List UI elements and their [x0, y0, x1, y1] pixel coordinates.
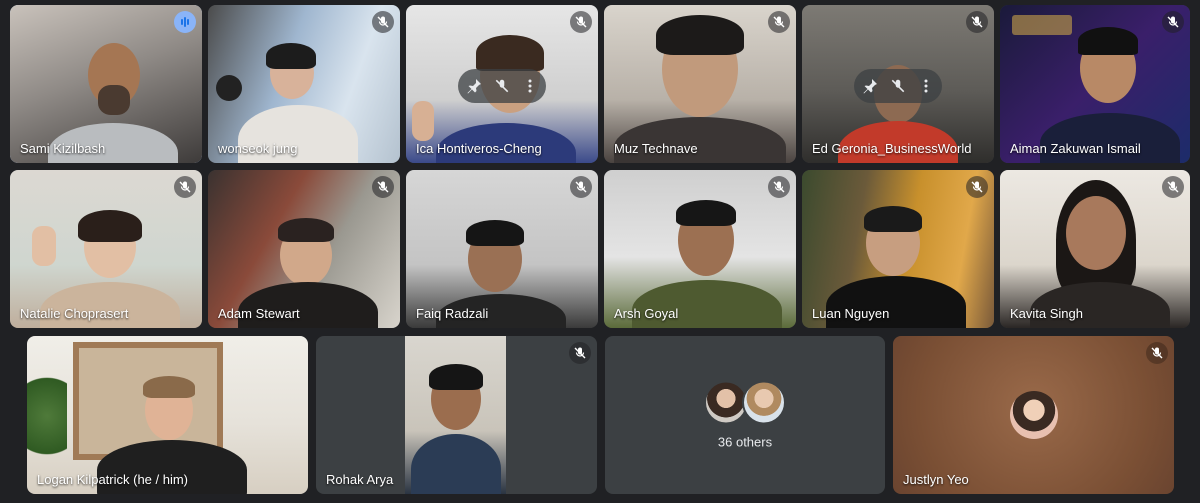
more-vert-icon[interactable] [918, 78, 934, 94]
participant-tile-arsh[interactable]: Arsh Goyal [604, 170, 796, 328]
others-avatars [704, 380, 786, 425]
participant-tile-sami[interactable]: Sami Kizilbash [10, 5, 202, 163]
mic-off-icon[interactable] [494, 78, 510, 94]
participant-tile-logan[interactable]: Logan Kilpatrick (he / him) [27, 336, 308, 494]
participant-name: Logan Kilpatrick (he / him) [37, 472, 189, 487]
video-feed [1000, 170, 1190, 328]
video-feed [208, 5, 400, 163]
participant-name: Sami Kizilbash [20, 141, 106, 156]
participant-name: Luan Nguyen [812, 306, 890, 321]
mic-off-icon [372, 176, 394, 198]
others-count: 36 others [717, 434, 773, 450]
video-feed [208, 170, 400, 328]
mic-off-icon [966, 176, 988, 198]
mic-off-icon [569, 342, 591, 364]
mic-off-icon [1146, 342, 1168, 364]
participant-tile-faiq[interactable]: Faiq Radzali [406, 170, 598, 328]
audio-level-icon [174, 11, 196, 33]
mic-off-icon [1162, 176, 1184, 198]
participant-tile-kavita[interactable]: Kavita Singh [1000, 170, 1190, 328]
participant-name: Rohak Arya [326, 472, 394, 487]
tile-controls[interactable] [854, 69, 942, 103]
participant-name: Arsh Goyal [614, 306, 679, 321]
mic-off-icon [768, 176, 790, 198]
participant-tile-wonseok[interactable]: wonseok jung [208, 5, 400, 163]
participant-tile-ica[interactable]: Ica Hontiveros-Cheng [406, 5, 598, 163]
participant-tile-muz[interactable]: Muz Technave [604, 5, 796, 163]
avatar [1009, 391, 1058, 439]
pin-icon[interactable] [862, 78, 878, 94]
participant-tile-aiman[interactable]: Aiman Zakuwan Ismail [1000, 5, 1190, 163]
participant-tile-rohak[interactable]: Rohak Arya [316, 336, 597, 494]
more-vert-icon[interactable] [522, 78, 538, 94]
mic-off-icon [372, 11, 394, 33]
mic-off-icon [174, 176, 196, 198]
mic-off-icon [966, 11, 988, 33]
participant-name: Kavita Singh [1010, 306, 1083, 321]
video-feed [405, 336, 506, 494]
participant-name: Adam Stewart [218, 306, 300, 321]
video-feed [1000, 5, 1190, 163]
mic-off-icon [570, 176, 592, 198]
others-tile[interactable]: 36 others [605, 336, 885, 494]
participant-name: Natalie Choprasert [20, 306, 129, 321]
video-feed [802, 170, 994, 328]
video-feed [10, 5, 202, 163]
mic-off-icon[interactable] [890, 78, 906, 94]
participant-name: Muz Technave [614, 141, 698, 156]
participant-tile-justlyn[interactable]: Justlyn Yeo [893, 336, 1174, 494]
participant-name: Ed Geronia_BusinessWorld [812, 141, 972, 156]
pin-icon[interactable] [466, 78, 482, 94]
participant-name: Faiq Radzali [416, 306, 489, 321]
video-feed [10, 170, 202, 328]
mic-off-icon [570, 11, 592, 33]
participant-tile-ed[interactable]: Ed Geronia_BusinessWorld [802, 5, 994, 163]
mic-off-icon [1162, 11, 1184, 33]
participant-name: wonseok jung [218, 141, 298, 156]
video-feed [27, 336, 308, 494]
tile-controls[interactable] [458, 69, 546, 103]
video-feed [604, 5, 796, 163]
participant-tile-luan[interactable]: Luan Nguyen [802, 170, 994, 328]
participant-name: Ica Hontiveros-Cheng [416, 141, 542, 156]
mic-off-icon [768, 11, 790, 33]
participant-name: Aiman Zakuwan Ismail [1010, 141, 1141, 156]
video-feed [406, 170, 598, 328]
participant-name: Justlyn Yeo [903, 472, 969, 487]
avatar [742, 380, 786, 425]
video-feed [604, 170, 796, 328]
participant-tile-natalie[interactable]: Natalie Choprasert [10, 170, 202, 328]
participant-tile-adam[interactable]: Adam Stewart [208, 170, 400, 328]
